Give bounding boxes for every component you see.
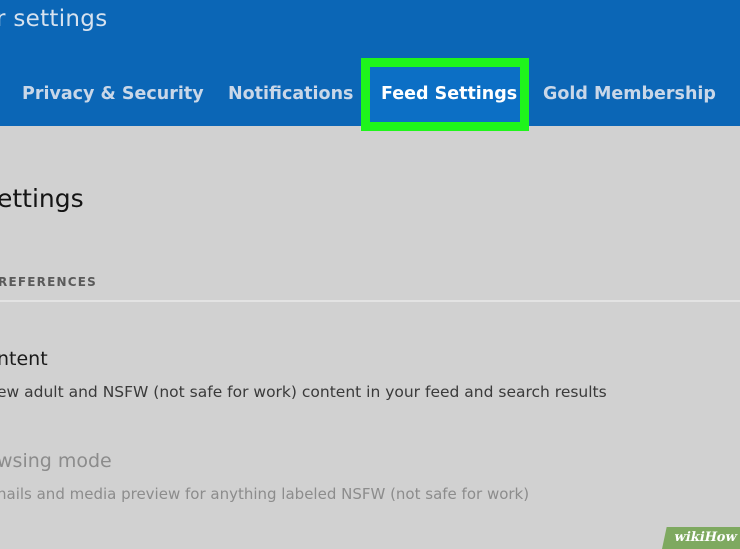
- safe-browsing-title: wsing mode: [0, 450, 112, 472]
- page-title: r settings: [0, 6, 108, 32]
- wikihow-watermark: wikiHow: [661, 527, 740, 549]
- safe-browsing-description: nails and media preview for anything lab…: [0, 485, 530, 503]
- adult-content-description: ew adult and NSFW (not safe for work) co…: [0, 383, 607, 401]
- tab-privacy-security[interactable]: Privacy & Security: [22, 84, 204, 104]
- preferences-label: REFERENCES: [0, 275, 97, 289]
- settings-header: r settings Privacy & Security Notificati…: [0, 0, 740, 131]
- adult-content-title: ntent: [0, 348, 48, 370]
- settings-page: r settings Privacy & Security Notificati…: [0, 0, 740, 549]
- tab-feed-settings[interactable]: Feed Settings: [381, 84, 517, 104]
- section-heading: ettings: [0, 184, 84, 213]
- tab-gold-membership[interactable]: Gold Membership: [543, 84, 716, 104]
- section-divider: [0, 300, 740, 302]
- tab-notifications[interactable]: Notifications: [228, 84, 353, 104]
